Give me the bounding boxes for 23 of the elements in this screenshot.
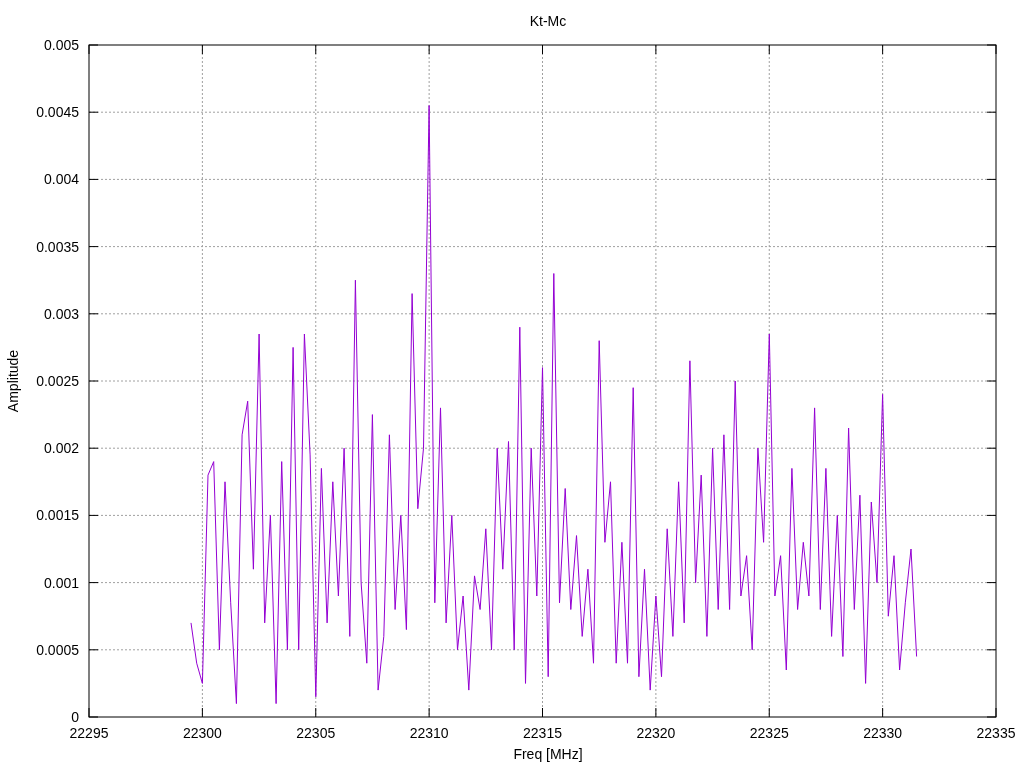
- y-tick-label: 0.0005: [36, 641, 79, 658]
- y-tick-label: 0.001: [43, 574, 79, 591]
- y-tick-label: 0.0035: [36, 238, 79, 255]
- y-tick-label: 0.0015: [36, 507, 79, 524]
- x-tick-label: 22325: [749, 725, 789, 741]
- x-tick-label: 22335: [976, 725, 1016, 741]
- y-tick-label: 0.005: [43, 37, 79, 53]
- y-tick-label: 0: [71, 709, 79, 725]
- y-tick-label: 0.003: [43, 305, 79, 322]
- x-tick-label: 22315: [523, 725, 562, 741]
- x-tick-label: 22295: [69, 725, 109, 741]
- x-tick-label: 22300: [182, 725, 222, 741]
- x-tick-label: 22320: [636, 725, 676, 741]
- y-axis-title: Amplitude: [5, 349, 21, 413]
- x-axis-title: Freq [MHz]: [513, 746, 583, 762]
- x-tick-label: 22305: [296, 725, 336, 741]
- x-tick-label: 22310: [409, 725, 449, 741]
- y-tick-label: 0.004: [43, 171, 79, 188]
- x-tick-label: 22330: [863, 725, 903, 741]
- y-tick-label: 0.0045: [36, 104, 79, 121]
- y-tick-label: 0.002: [43, 440, 79, 457]
- y-tick-label: 0.0025: [36, 373, 79, 389]
- chart-title: Kt-Mc: [529, 13, 567, 29]
